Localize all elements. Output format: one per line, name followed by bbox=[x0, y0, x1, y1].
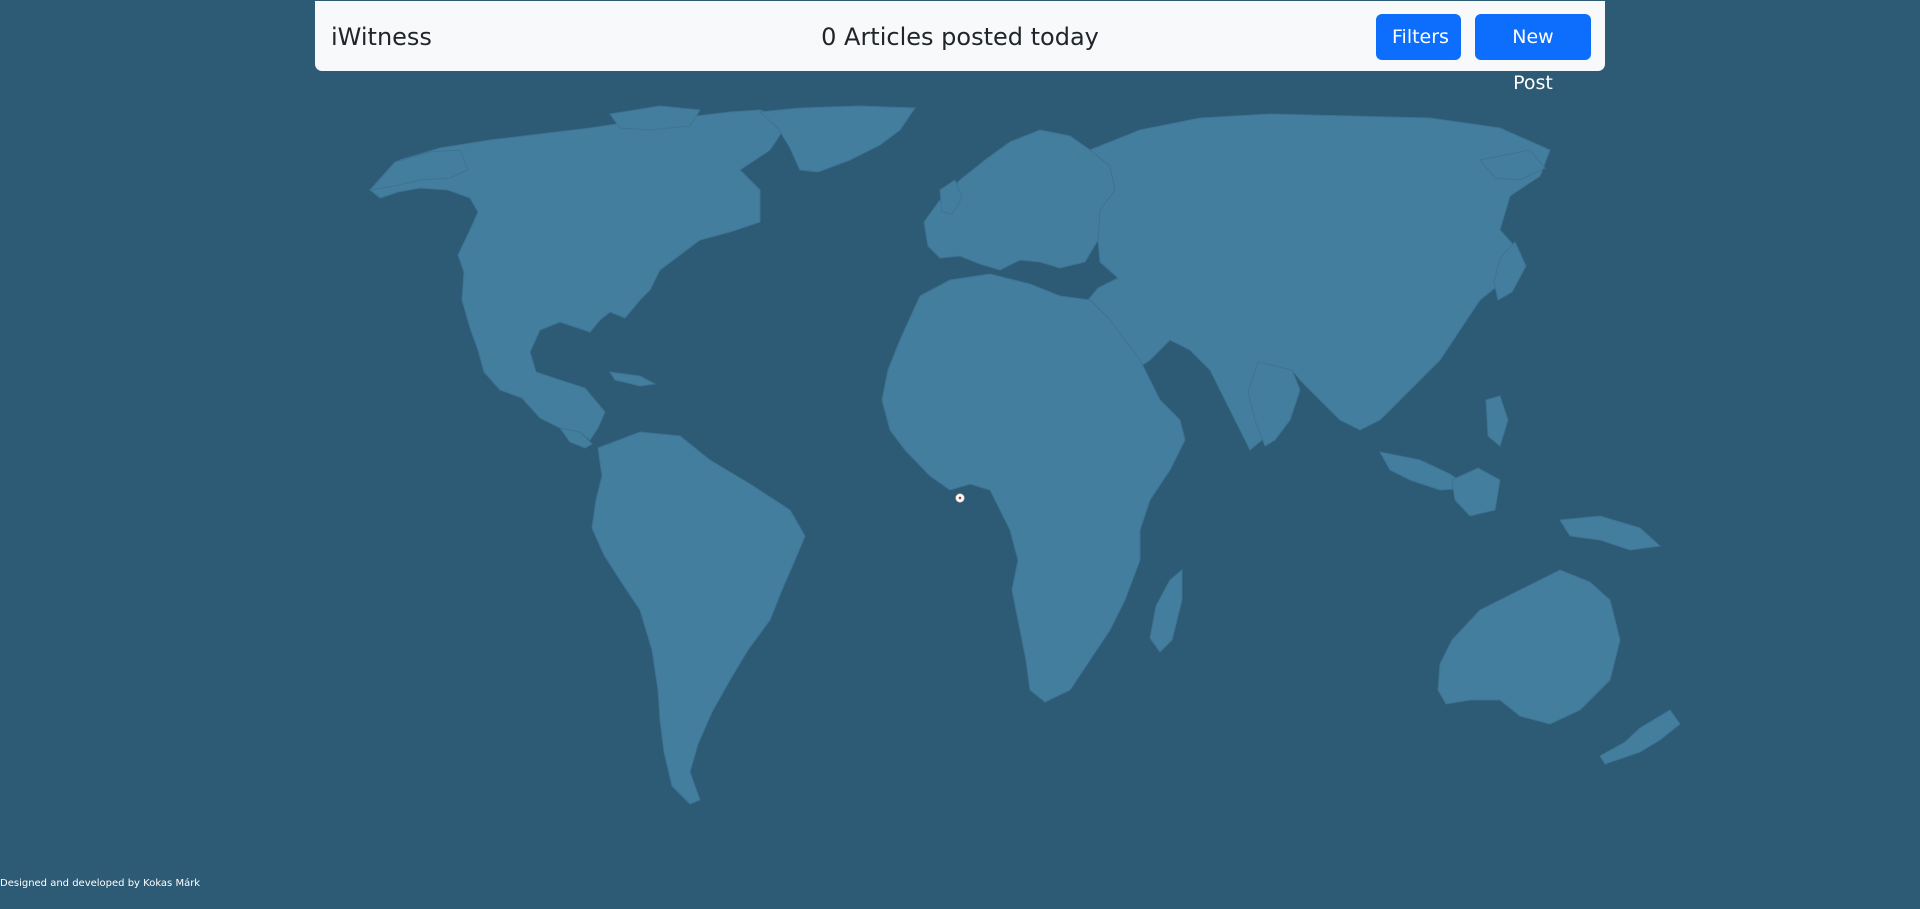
world-map[interactable] bbox=[0, 0, 1920, 909]
region-caribbean[interactable] bbox=[609, 371, 657, 387]
new-post-button[interactable]: New Post bbox=[1475, 14, 1591, 94]
region-new-zealand[interactable] bbox=[1599, 709, 1681, 765]
region-arctic-islands[interactable] bbox=[609, 105, 701, 131]
brand-link[interactable]: iWitness bbox=[331, 1, 432, 71]
region-madagascar[interactable] bbox=[1149, 568, 1183, 653]
app-page: iWitness 0 Articles posted today Filters… bbox=[0, 0, 1920, 909]
filters-button[interactable]: Filters bbox=[1376, 14, 1461, 60]
region-borneo[interactable] bbox=[1451, 467, 1501, 517]
top-navbar: iWitness 0 Articles posted today Filters… bbox=[315, 1, 1605, 94]
continent-south-america[interactable] bbox=[591, 431, 806, 805]
continent-australia[interactable] bbox=[1437, 569, 1621, 725]
footer-credit: Designed and developed by Kokas Márk bbox=[0, 878, 201, 889]
region-new-guinea[interactable] bbox=[1559, 515, 1662, 551]
region-greenland[interactable] bbox=[758, 105, 916, 173]
region-philippines[interactable] bbox=[1485, 395, 1509, 447]
location-marker-icon[interactable] bbox=[955, 493, 965, 503]
